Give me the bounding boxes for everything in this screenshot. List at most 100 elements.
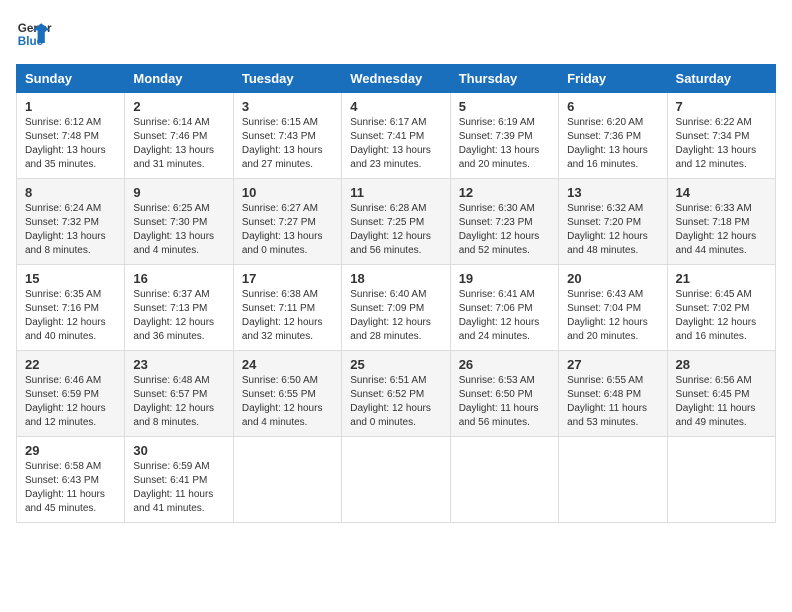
- day-number: 23: [133, 357, 224, 372]
- day-info: Sunrise: 6:37 AM Sunset: 7:13 PM Dayligh…: [133, 288, 224, 344]
- day-info: Sunrise: 6:43 AM Sunset: 7:04 PM Dayligh…: [567, 288, 658, 344]
- calendar-cell: 19 Sunrise: 6:41 AM Sunset: 7:06 PM Dayli…: [450, 265, 558, 351]
- day-info: Sunrise: 6:38 AM Sunset: 7:11 PM Dayligh…: [242, 288, 333, 344]
- day-number: 5: [459, 99, 550, 114]
- calendar-header-monday: Monday: [125, 65, 233, 93]
- day-info: Sunrise: 6:27 AM Sunset: 7:27 PM Dayligh…: [242, 202, 333, 258]
- calendar-cell: 5 Sunrise: 6:19 AM Sunset: 7:39 PM Daylig…: [450, 93, 558, 179]
- day-number: 29: [25, 443, 116, 458]
- day-info: Sunrise: 6:59 AM Sunset: 6:41 PM Dayligh…: [133, 460, 224, 516]
- day-number: 30: [133, 443, 224, 458]
- day-info: Sunrise: 6:19 AM Sunset: 7:39 PM Dayligh…: [459, 116, 550, 172]
- day-number: 25: [350, 357, 441, 372]
- calendar-cell: 23 Sunrise: 6:48 AM Sunset: 6:57 PM Dayli…: [125, 351, 233, 437]
- calendar-cell: 10 Sunrise: 6:27 AM Sunset: 7:27 PM Dayli…: [233, 179, 341, 265]
- calendar-cell: 7 Sunrise: 6:22 AM Sunset: 7:34 PM Daylig…: [667, 93, 775, 179]
- day-number: 17: [242, 271, 333, 286]
- day-number: 12: [459, 185, 550, 200]
- day-number: 20: [567, 271, 658, 286]
- day-number: 13: [567, 185, 658, 200]
- day-info: Sunrise: 6:35 AM Sunset: 7:16 PM Dayligh…: [25, 288, 116, 344]
- calendar-cell: 20 Sunrise: 6:43 AM Sunset: 7:04 PM Dayli…: [559, 265, 667, 351]
- day-info: Sunrise: 6:55 AM Sunset: 6:48 PM Dayligh…: [567, 374, 658, 430]
- day-number: 27: [567, 357, 658, 372]
- day-info: Sunrise: 6:20 AM Sunset: 7:36 PM Dayligh…: [567, 116, 658, 172]
- day-info: Sunrise: 6:32 AM Sunset: 7:20 PM Dayligh…: [567, 202, 658, 258]
- calendar-cell: 13 Sunrise: 6:32 AM Sunset: 7:20 PM Dayli…: [559, 179, 667, 265]
- day-info: Sunrise: 6:15 AM Sunset: 7:43 PM Dayligh…: [242, 116, 333, 172]
- day-info: Sunrise: 6:58 AM Sunset: 6:43 PM Dayligh…: [25, 460, 116, 516]
- day-number: 2: [133, 99, 224, 114]
- day-number: 10: [242, 185, 333, 200]
- calendar-cell: [667, 437, 775, 523]
- day-info: Sunrise: 6:25 AM Sunset: 7:30 PM Dayligh…: [133, 202, 224, 258]
- calendar-cell: 27 Sunrise: 6:55 AM Sunset: 6:48 PM Dayli…: [559, 351, 667, 437]
- day-number: 24: [242, 357, 333, 372]
- calendar-cell: 17 Sunrise: 6:38 AM Sunset: 7:11 PM Dayli…: [233, 265, 341, 351]
- calendar-cell: 18 Sunrise: 6:40 AM Sunset: 7:09 PM Dayli…: [342, 265, 450, 351]
- day-info: Sunrise: 6:50 AM Sunset: 6:55 PM Dayligh…: [242, 374, 333, 430]
- calendar-cell: 24 Sunrise: 6:50 AM Sunset: 6:55 PM Dayli…: [233, 351, 341, 437]
- logo-icon: General Blue: [16, 16, 52, 52]
- day-number: 9: [133, 185, 224, 200]
- day-number: 22: [25, 357, 116, 372]
- calendar-cell: [450, 437, 558, 523]
- calendar-header-thursday: Thursday: [450, 65, 558, 93]
- calendar-cell: 4 Sunrise: 6:17 AM Sunset: 7:41 PM Daylig…: [342, 93, 450, 179]
- day-number: 15: [25, 271, 116, 286]
- calendar-cell: 25 Sunrise: 6:51 AM Sunset: 6:52 PM Dayli…: [342, 351, 450, 437]
- calendar-cell: 22 Sunrise: 6:46 AM Sunset: 6:59 PM Dayli…: [17, 351, 125, 437]
- day-info: Sunrise: 6:30 AM Sunset: 7:23 PM Dayligh…: [459, 202, 550, 258]
- day-number: 8: [25, 185, 116, 200]
- calendar-cell: 11 Sunrise: 6:28 AM Sunset: 7:25 PM Dayli…: [342, 179, 450, 265]
- day-number: 21: [676, 271, 767, 286]
- day-info: Sunrise: 6:51 AM Sunset: 6:52 PM Dayligh…: [350, 374, 441, 430]
- calendar-cell: 14 Sunrise: 6:33 AM Sunset: 7:18 PM Dayli…: [667, 179, 775, 265]
- calendar-cell: 9 Sunrise: 6:25 AM Sunset: 7:30 PM Daylig…: [125, 179, 233, 265]
- day-number: 11: [350, 185, 441, 200]
- calendar-cell: [559, 437, 667, 523]
- day-info: Sunrise: 6:48 AM Sunset: 6:57 PM Dayligh…: [133, 374, 224, 430]
- calendar-cell: 21 Sunrise: 6:45 AM Sunset: 7:02 PM Dayli…: [667, 265, 775, 351]
- day-number: 16: [133, 271, 224, 286]
- day-info: Sunrise: 6:14 AM Sunset: 7:46 PM Dayligh…: [133, 116, 224, 172]
- calendar-cell: 2 Sunrise: 6:14 AM Sunset: 7:46 PM Daylig…: [125, 93, 233, 179]
- calendar-cell: 6Sunrise: 6:20 AM Sunset: 7:36 PM Daylig…: [559, 93, 667, 179]
- calendar-header-wednesday: Wednesday: [342, 65, 450, 93]
- calendar-week-4: 22 Sunrise: 6:46 AM Sunset: 6:59 PM Dayli…: [17, 351, 776, 437]
- calendar-cell: 8 Sunrise: 6:24 AM Sunset: 7:32 PM Daylig…: [17, 179, 125, 265]
- calendar-cell: 12 Sunrise: 6:30 AM Sunset: 7:23 PM Dayli…: [450, 179, 558, 265]
- day-info: Sunrise: 6:41 AM Sunset: 7:06 PM Dayligh…: [459, 288, 550, 344]
- day-number: 28: [676, 357, 767, 372]
- day-info: Sunrise: 6:53 AM Sunset: 6:50 PM Dayligh…: [459, 374, 550, 430]
- calendar-cell: 15 Sunrise: 6:35 AM Sunset: 7:16 PM Dayli…: [17, 265, 125, 351]
- calendar-week-2: 8 Sunrise: 6:24 AM Sunset: 7:32 PM Daylig…: [17, 179, 776, 265]
- day-number: 26: [459, 357, 550, 372]
- day-info: Sunrise: 6:28 AM Sunset: 7:25 PM Dayligh…: [350, 202, 441, 258]
- calendar-cell: 1Sunrise: 6:12 AM Sunset: 7:48 PM Daylig…: [17, 93, 125, 179]
- day-info: Sunrise: 6:33 AM Sunset: 7:18 PM Dayligh…: [676, 202, 767, 258]
- day-info: Sunrise: 6:40 AM Sunset: 7:09 PM Dayligh…: [350, 288, 441, 344]
- day-info: Sunrise: 6:17 AM Sunset: 7:41 PM Dayligh…: [350, 116, 441, 172]
- day-number: 4: [350, 99, 441, 114]
- calendar-week-5: 29 Sunrise: 6:58 AM Sunset: 6:43 PM Dayli…: [17, 437, 776, 523]
- page-header: General Blue: [16, 16, 776, 52]
- calendar-cell: [342, 437, 450, 523]
- day-number: 18: [350, 271, 441, 286]
- calendar-cell: [233, 437, 341, 523]
- day-info: Sunrise: 6:46 AM Sunset: 6:59 PM Dayligh…: [25, 374, 116, 430]
- calendar-header-row: SundayMondayTuesdayWednesdayThursdayFrid…: [17, 65, 776, 93]
- day-number: 7: [676, 99, 767, 114]
- logo: General Blue: [16, 16, 52, 52]
- day-info: Sunrise: 6:22 AM Sunset: 7:34 PM Dayligh…: [676, 116, 767, 172]
- day-number: 14: [676, 185, 767, 200]
- day-info: Sunrise: 6:45 AM Sunset: 7:02 PM Dayligh…: [676, 288, 767, 344]
- day-info: Sunrise: 6:24 AM Sunset: 7:32 PM Dayligh…: [25, 202, 116, 258]
- calendar-cell: 28Sunrise: 6:56 AM Sunset: 6:45 PM Dayli…: [667, 351, 775, 437]
- calendar-cell: 3Sunrise: 6:15 AM Sunset: 7:43 PM Daylig…: [233, 93, 341, 179]
- calendar-week-3: 15 Sunrise: 6:35 AM Sunset: 7:16 PM Dayli…: [17, 265, 776, 351]
- day-number: 19: [459, 271, 550, 286]
- day-info: Sunrise: 6:12 AM Sunset: 7:48 PM Dayligh…: [25, 116, 116, 172]
- calendar-cell: 29 Sunrise: 6:58 AM Sunset: 6:43 PM Dayli…: [17, 437, 125, 523]
- calendar-cell: 16 Sunrise: 6:37 AM Sunset: 7:13 PM Dayli…: [125, 265, 233, 351]
